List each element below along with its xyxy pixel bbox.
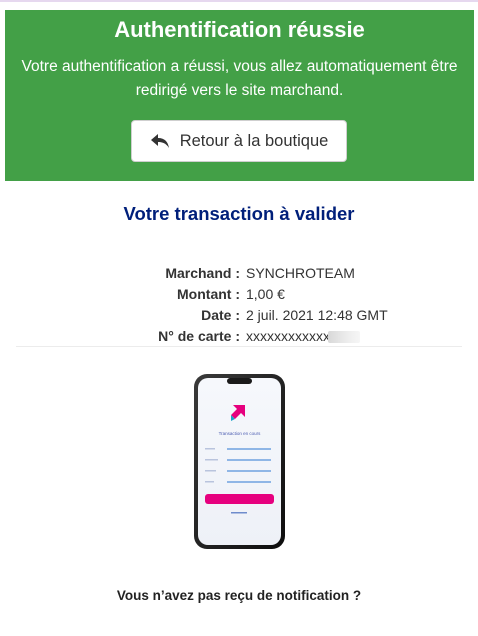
- phone-screen-heading: Transaction en cours: [219, 431, 262, 436]
- amount-label: Montant :: [177, 286, 240, 302]
- card-number-redaction: [328, 331, 360, 344]
- card-number-masked-text: xxxxxxxxxxxx: [246, 328, 330, 344]
- return-button-label: Retour à la boutique: [179, 131, 329, 150]
- transaction-title: Votre transaction à valider: [123, 203, 355, 224]
- amount-value: 1,00 €: [246, 286, 285, 302]
- merchant-label: Marchand :: [165, 265, 240, 281]
- date-row: Date : 2 juil. 2021 12:48 GMT: [0, 305, 478, 326]
- merchant-value: SYNCHROTEAM: [246, 265, 355, 281]
- date-label: Date :: [201, 307, 240, 323]
- card-number-label: N° de carte :: [158, 328, 240, 344]
- return-to-shop-button[interactable]: Retour à la boutique: [131, 120, 347, 162]
- divider: [16, 346, 462, 347]
- phone-illustration: Transaction en cours: [193, 373, 286, 550]
- banner-title: Authentification réussie: [114, 17, 365, 42]
- success-banner: Authentification réussie Votre authentif…: [5, 10, 474, 181]
- top-border: [0, 0, 478, 2]
- date-value: 2 juil. 2021 12:48 GMT: [246, 307, 388, 323]
- reply-arrow-icon: [150, 132, 170, 150]
- amount-row: Montant : 1,00 €: [0, 284, 478, 305]
- merchant-row: Marchand : SYNCHROTEAM: [0, 263, 478, 284]
- no-notification-question: Vous n’avez pas reçu de notification ?: [116, 588, 362, 603]
- banner-message: Votre authentification a réussi, vous al…: [21, 58, 458, 99]
- card-number-row: N° de carte : xxxxxxxxxxxx: [0, 326, 478, 347]
- card-number-value: xxxxxxxxxxxx: [246, 326, 360, 347]
